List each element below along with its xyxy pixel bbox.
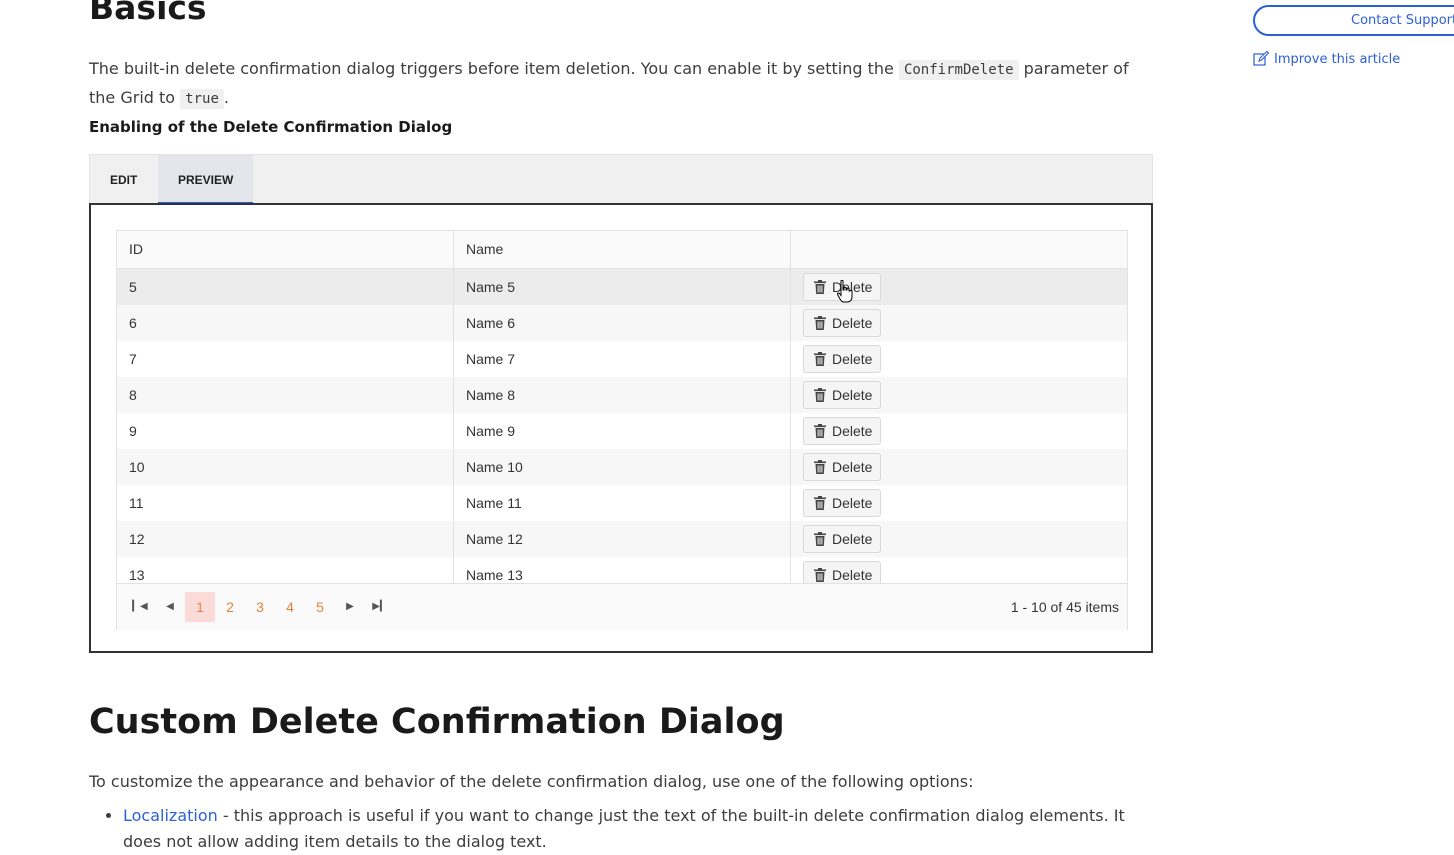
cell-id: 10: [129, 459, 145, 475]
list-item: Localization - this approach is useful i…: [123, 803, 1153, 855]
cell-id: 9: [129, 423, 137, 439]
cell-name: Name 6: [466, 315, 516, 331]
delete-button[interactable]: Delete: [803, 525, 881, 553]
table-row[interactable]: 13 Name 13 Delete: [117, 557, 1127, 583]
cell-name: Name 8: [466, 387, 516, 403]
trash-icon: [814, 352, 826, 366]
options-list: Localization - this approach is useful i…: [103, 803, 1153, 855]
cell-id: 11: [129, 495, 144, 511]
cell-id: 13: [129, 567, 145, 583]
delete-button-label: Delete: [832, 423, 873, 439]
table-row[interactable]: 9 Name 9 Delete: [117, 413, 1127, 449]
last-page-icon[interactable]: ▶▎: [365, 592, 395, 622]
delete-button-label: Delete: [832, 387, 873, 403]
page-button-4[interactable]: 4: [275, 592, 305, 622]
next-page-icon[interactable]: ▶: [335, 592, 365, 622]
localization-link[interactable]: Localization: [123, 806, 218, 825]
delete-button[interactable]: Delete: [803, 309, 881, 337]
cell-name: Name 11: [466, 495, 522, 511]
cell-id: 12: [129, 531, 145, 547]
trash-icon: [814, 424, 826, 438]
grid-header: ID Name: [117, 231, 1127, 269]
trash-icon: [814, 460, 826, 474]
page-button-2[interactable]: 2: [215, 592, 245, 622]
preview-panel: ID Name 5 Name 5 Delete 6 Name 6 Delete …: [89, 203, 1153, 653]
trash-icon: [814, 280, 826, 294]
edit-icon: [1253, 51, 1269, 66]
contact-support-button[interactable]: Contact Support: [1253, 5, 1454, 36]
cell-id: 8: [129, 387, 137, 403]
trash-icon: [814, 388, 826, 402]
custom-description: To customize the appearance and behavior…: [89, 772, 974, 791]
cell-name: Name 9: [466, 423, 516, 439]
code-true: true: [180, 89, 224, 109]
delete-button[interactable]: Delete: [803, 417, 881, 445]
column-divider: [790, 231, 791, 583]
pager-info: 1 - 10 of 45 items: [1010, 599, 1119, 615]
table-row[interactable]: 5 Name 5 Delete: [117, 269, 1127, 305]
cell-id: 7: [129, 351, 137, 367]
grid-rows[interactable]: 5 Name 5 Delete 6 Name 6 Delete 7 Name 7…: [117, 269, 1127, 583]
page-button-5[interactable]: 5: [305, 592, 335, 622]
hand-cursor-icon: [837, 280, 853, 303]
improve-article-label: Improve this article: [1274, 52, 1401, 67]
table-row[interactable]: 6 Name 6 Delete: [117, 305, 1127, 341]
trash-icon: [814, 532, 826, 546]
section-title-custom: Custom Delete Confirmation Dialog: [89, 702, 785, 742]
table-row[interactable]: 8 Name 8 Delete: [117, 377, 1127, 413]
example-title: Enabling of the Delete Confirmation Dial…: [89, 118, 453, 136]
prev-page-icon[interactable]: ◀: [155, 592, 185, 622]
delete-button-label: Delete: [832, 459, 873, 475]
delete-button-label: Delete: [832, 315, 873, 331]
delete-button-label: Delete: [832, 495, 873, 511]
cell-name: Name 13: [466, 567, 523, 583]
trash-icon: [814, 496, 826, 510]
first-page-icon[interactable]: ▎◀: [125, 592, 155, 622]
cell-name: Name 12: [466, 531, 523, 547]
column-divider: [453, 231, 454, 583]
table-row[interactable]: 7 Name 7 Delete: [117, 341, 1127, 377]
basics-text: The built-in delete confirmation dialog …: [89, 59, 899, 78]
cell-id: 6: [129, 315, 137, 331]
column-header-id[interactable]: ID: [117, 231, 454, 268]
delete-button[interactable]: Delete: [803, 381, 881, 409]
code-confirm-delete: ConfirmDelete: [898, 60, 1019, 80]
column-header-command: [791, 231, 1127, 268]
delete-button[interactable]: Delete: [803, 345, 881, 373]
section-title-basics: Basics: [89, 0, 207, 27]
cell-name: Name 5: [466, 279, 516, 295]
basics-text: .: [223, 88, 229, 107]
column-header-name[interactable]: Name: [454, 231, 791, 268]
tab-edit[interactable]: EDIT: [90, 155, 157, 202]
delete-button[interactable]: Delete: [803, 489, 881, 517]
grid-pager: ▎◀ ◀ 1 2 3 4 5 ▶ ▶▎ 1 - 10 of 45 items: [117, 583, 1127, 630]
tab-preview[interactable]: PREVIEW: [158, 155, 254, 205]
delete-button[interactable]: Delete: [803, 561, 881, 583]
example-tabbar: EDIT PREVIEW: [89, 154, 1153, 205]
delete-button[interactable]: Delete: [803, 453, 881, 481]
cell-id: 5: [129, 279, 137, 295]
table-row[interactable]: 10 Name 10 Delete: [117, 449, 1127, 485]
delete-button-label: Delete: [832, 531, 873, 547]
basics-description: The built-in delete confirmation dialog …: [89, 55, 1159, 113]
table-row[interactable]: 11 Name 11 Delete: [117, 485, 1127, 521]
option-text: - this approach is useful if you want to…: [123, 806, 1125, 851]
delete-button-label: Delete: [832, 567, 873, 583]
delete-button-label: Delete: [832, 351, 873, 367]
trash-icon: [814, 568, 826, 582]
page-button-1[interactable]: 1: [185, 592, 215, 622]
cell-name: Name 10: [466, 459, 523, 475]
page-button-3[interactable]: 3: [245, 592, 275, 622]
data-grid: ID Name 5 Name 5 Delete 6 Name 6 Delete …: [116, 230, 1128, 630]
cell-name: Name 7: [466, 351, 516, 367]
table-row[interactable]: 12 Name 12 Delete: [117, 521, 1127, 557]
trash-icon: [814, 316, 826, 330]
